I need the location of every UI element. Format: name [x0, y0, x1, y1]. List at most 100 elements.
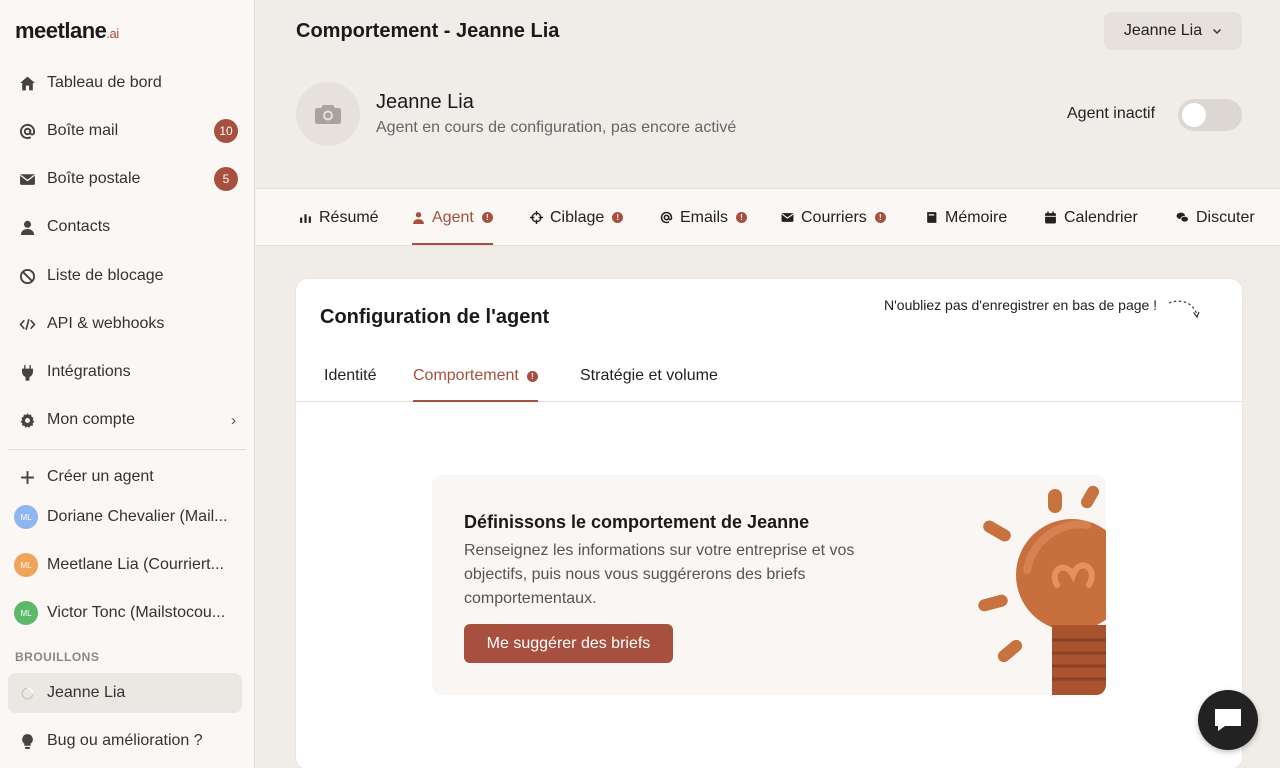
lightbulb-illustration: [978, 485, 1106, 695]
tab-label: Discuter: [1196, 208, 1255, 226]
avatar: ML: [14, 553, 38, 577]
sidebar-item-label: Contacts: [47, 218, 111, 235]
sidebar-agent-item[interactable]: ML Meetlane Lia (Courriert...: [8, 545, 242, 585]
calendar-icon: [1044, 211, 1057, 224]
sidebar-item-account[interactable]: Mon compte ›: [8, 400, 242, 440]
sidebar-agent-item[interactable]: ML Victor Tonc (Mailstocou...: [8, 593, 242, 633]
sidebar-item-contacts[interactable]: Contacts: [8, 207, 242, 247]
user-select[interactable]: Jeanne Lia: [1104, 12, 1242, 50]
agent-active-label: Agent inactif: [1067, 105, 1156, 122]
sidebar-divider: [8, 449, 246, 450]
sidebar-agent-item[interactable]: ML Doriane Chevalier (Mail...: [8, 497, 242, 537]
sidebar-item-label: Intégrations: [47, 363, 131, 380]
suggest-briefs-button[interactable]: Me suggérer des briefs: [464, 624, 673, 663]
support-chat-button[interactable]: [1198, 690, 1258, 750]
agent-label: Doriane Chevalier (Mail...: [47, 508, 228, 525]
meetlane-logo[interactable]: meetlane.ai: [15, 18, 119, 44]
tab-agent[interactable]: Agent !: [412, 189, 493, 246]
card-title: Configuration de l'agent: [320, 306, 550, 328]
sidebar-item-label: Boîte postale: [47, 170, 141, 187]
sidebar-item-dashboard[interactable]: Tableau de bord: [8, 63, 242, 103]
tab-label: Agent: [432, 208, 474, 226]
draft-label: Jeanne Lia: [47, 684, 126, 701]
sidebar-item-label: Liste de blocage: [47, 267, 164, 284]
agent-active-toggle[interactable]: [1178, 99, 1242, 131]
warning-icon: !: [526, 370, 538, 382]
warning-icon: !: [481, 212, 493, 223]
user-icon: [412, 211, 425, 224]
tab-memory[interactable]: Mémoire: [925, 189, 1007, 246]
at-icon: [660, 211, 673, 224]
tab-targeting[interactable]: Ciblage !: [530, 189, 624, 246]
subtab-strategy[interactable]: Stratégie et volume: [580, 351, 718, 401]
sidebar-item-blocklist[interactable]: Liste de blocage: [8, 256, 242, 296]
sidebar-item-label: Boîte mail: [47, 122, 119, 139]
sidebar: meetlane.ai Tableau de bord Boîte mail 1…: [0, 0, 255, 768]
user-select-value: Jeanne Lia: [1123, 22, 1203, 39]
avatar: ML: [14, 601, 38, 625]
avatar: ML: [14, 505, 38, 529]
sidebar-draft-item[interactable]: Jeanne Lia: [8, 673, 242, 713]
envelope-icon: [18, 170, 36, 188]
tab-mail[interactable]: Courriers !: [781, 189, 886, 246]
subtab-behavior[interactable]: Comportement !: [413, 351, 538, 402]
sidebar-item-mailbox[interactable]: Boîte mail 10: [8, 111, 242, 151]
code-icon: [18, 315, 36, 333]
home-icon: [18, 74, 36, 92]
save-reminder: N'oubliez pas d'enregistrer en bas de pa…: [884, 297, 1201, 332]
agent-status-text: Agent en cours de configuration, pas enc…: [376, 119, 737, 136]
sidebar-item-integrations[interactable]: Intégrations: [8, 352, 242, 392]
plus-icon: [18, 468, 36, 486]
unread-count-badge: 5: [214, 167, 238, 191]
sidebar-item-label: Tableau de bord: [47, 74, 162, 91]
agent-label: Meetlane Lia (Courriert...: [47, 556, 224, 573]
page-title: Comportement - Jeanne Lia: [296, 20, 560, 42]
tab-calendar[interactable]: Calendrier: [1044, 189, 1138, 246]
sidebar-item-postbox[interactable]: Boîte postale 5: [8, 159, 242, 199]
feedback-link[interactable]: Bug ou amélioration ?: [8, 721, 242, 761]
behavior-suggestion-panel: Définissons le comportement de Jeanne Re…: [432, 475, 1106, 695]
plug-icon: [18, 363, 36, 381]
create-agent-button[interactable]: Créer un agent: [8, 457, 242, 497]
agent-name: Jeanne Lia: [376, 91, 474, 113]
sidebar-item-api[interactable]: API & webhooks: [8, 304, 242, 344]
promo-description: Renseignez les informations sur votre en…: [464, 542, 855, 607]
tab-label: Mémoire: [945, 208, 1008, 226]
page-header: Comportement - Jeanne Lia Jeanne Lia Jea…: [256, 0, 1280, 188]
tab-emails[interactable]: Emails !: [660, 189, 748, 246]
gear-icon: [18, 411, 36, 429]
loading-spinner-icon: [18, 684, 36, 702]
agent-tabs: Résumé Agent ! Ciblage ! Emails ! Courri…: [256, 188, 1280, 246]
warning-icon: !: [736, 212, 748, 223]
ban-icon: [18, 267, 36, 285]
chevron-down-icon: [1212, 26, 1222, 36]
at-icon: [18, 122, 36, 140]
tab-chat[interactable]: Discuter: [1176, 189, 1255, 246]
tab-label: Courriers: [801, 208, 867, 226]
promo-title: Définissons le comportement de Jeanne: [464, 512, 810, 532]
drafts-section-label: BROUILLONS: [15, 650, 100, 664]
toggle-knob: [1182, 103, 1206, 127]
agent-photo-upload[interactable]: [296, 82, 360, 146]
bar-chart-icon: [299, 211, 312, 224]
sidebar-item-label: API & webhooks: [47, 315, 165, 332]
envelope-icon: [781, 211, 794, 224]
book-icon: [925, 211, 938, 224]
tab-label: Emails: [680, 208, 729, 226]
tab-summary[interactable]: Résumé: [299, 189, 379, 246]
create-agent-label: Créer un agent: [47, 468, 154, 485]
crosshair-icon: [530, 211, 543, 224]
warning-icon: !: [612, 212, 624, 223]
camera-icon: [315, 103, 341, 125]
config-subtabs: Identité Comportement ! Stratégie et vol…: [296, 351, 1242, 402]
user-icon: [18, 218, 36, 236]
curved-arrow-icon: [1167, 297, 1201, 332]
chevron-right-icon: ›: [231, 411, 236, 429]
subtab-identity[interactable]: Identité: [324, 351, 376, 401]
lightbulb-icon: [18, 732, 36, 750]
agent-label: Victor Tonc (Mailstocou...: [47, 604, 226, 621]
tab-label: Résumé: [319, 208, 379, 226]
agent-config-card: Configuration de l'agent N'oubliez pas d…: [296, 279, 1242, 768]
tab-label: Ciblage: [550, 208, 605, 226]
chat-icon: [1176, 211, 1189, 224]
